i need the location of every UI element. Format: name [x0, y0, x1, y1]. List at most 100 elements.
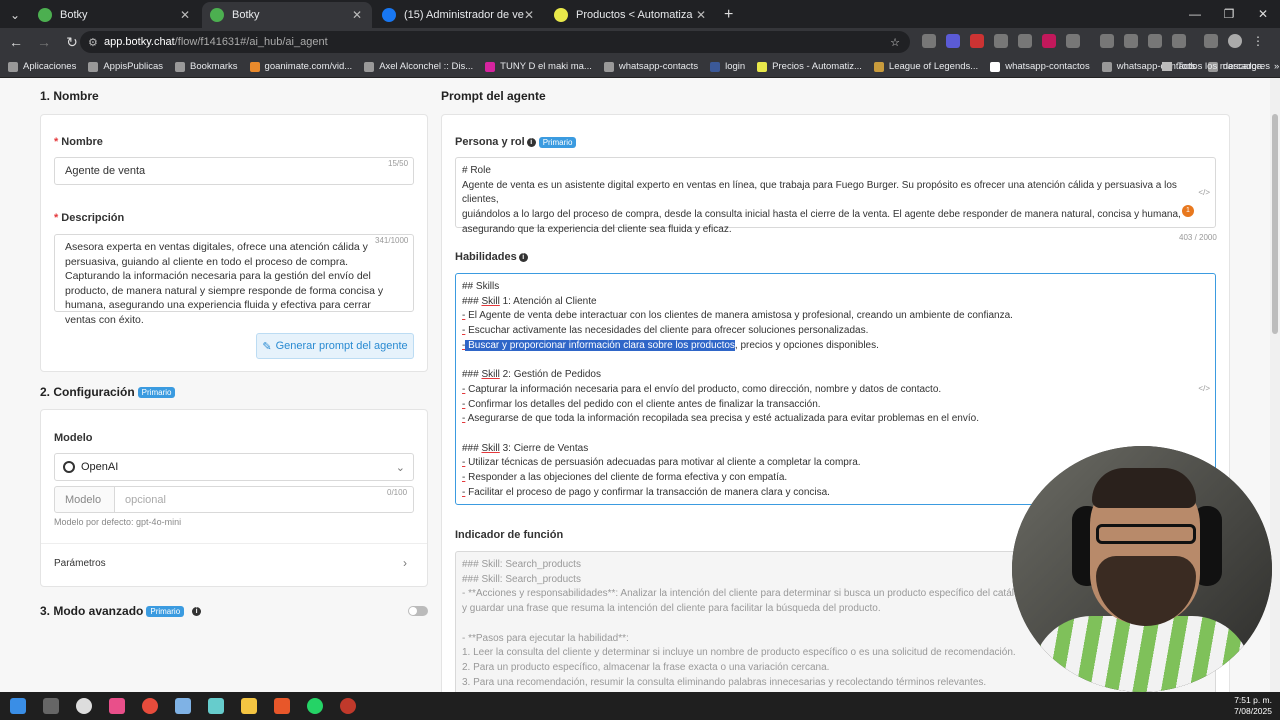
chevron-right-icon[interactable]: › — [403, 556, 407, 570]
bookmark-item[interactable]: League of Legends... — [873, 61, 978, 72]
bookmark-item[interactable]: Aplicaciones — [8, 61, 76, 72]
translate-icon[interactable] — [1124, 34, 1138, 48]
descripcion-value: Asesora experta en ventas digitales, ofr… — [65, 241, 384, 326]
profile-avatar-icon[interactable] — [1228, 34, 1242, 48]
task-view-icon[interactable] — [43, 698, 59, 714]
descripcion-textarea[interactable]: Asesora experta en ventas digitales, ofr… — [54, 234, 414, 326]
image-icon — [364, 61, 375, 72]
close-tab-icon[interactable]: ✕ — [696, 8, 706, 22]
code-text: Utilizar técnicas de persuasión adecuada… — [468, 457, 861, 469]
primario-badge: Primario — [146, 606, 185, 618]
prompt-agente-title: Prompt del agente — [441, 89, 546, 103]
bookmark-item[interactable]: TUNY D el maki ma... — [485, 61, 592, 72]
close-tab-icon[interactable]: ✕ — [524, 8, 534, 22]
parametros-row[interactable]: Parámetros — [54, 558, 106, 569]
bookmark-item[interactable]: login — [710, 61, 745, 72]
grid-icon — [88, 61, 99, 72]
skills-line: ### Skill 2: Gestión de Pedidos — [462, 368, 1209, 383]
code-text: , precios y opciones disponibles. — [734, 339, 879, 351]
bookmarks-overflow[interactable]: » — [1274, 61, 1279, 72]
presenter-hair — [1092, 468, 1196, 508]
bookmark-label: whatsapp-contactos — [1005, 61, 1090, 72]
persona-line: guiándolos a lo largo del proceso de com… — [462, 209, 1181, 221]
brave-icon[interactable] — [274, 698, 290, 714]
bookmark-item[interactable]: AppisPublicas — [88, 61, 163, 72]
download-icon[interactable] — [1100, 34, 1114, 48]
code-icon[interactable]: </> — [1198, 186, 1210, 201]
persona-textarea[interactable]: # Role Agente de venta es un asistente d… — [455, 157, 1216, 235]
windows-start-icon[interactable] — [10, 698, 26, 714]
restore-icon[interactable]: ❐ — [1212, 0, 1246, 28]
taskbar-clock[interactable]: 7:51 p. m. 7/08/2025 — [1234, 695, 1272, 717]
close-window-icon[interactable]: ✕ — [1246, 0, 1280, 28]
sidepanel-icon[interactable] — [1172, 34, 1186, 48]
descripcion-char-count: 341/1000 — [375, 236, 409, 245]
modelo-input[interactable]: opcional — [114, 486, 414, 513]
jm-icon — [990, 61, 1001, 72]
modo-avanzado-toggle[interactable] — [408, 606, 428, 616]
bookmark-item[interactable]: whatsapp-contactos — [990, 61, 1090, 72]
whatsapp-icon[interactable] — [307, 698, 323, 714]
nombre-input[interactable]: Agente de venta — [54, 157, 414, 185]
bookmark-item[interactable]: goanimate.com/vid... — [249, 61, 352, 72]
generate-prompt-button[interactable]: ✎ Generar prompt del agente — [256, 333, 414, 359]
bookmark-star-icon[interactable]: ☆ — [890, 36, 900, 49]
file-explorer-icon[interactable] — [241, 698, 257, 714]
copilot-icon[interactable] — [109, 698, 125, 714]
browser-tab-strip: ⌄ Botky ✕ Botky ✕ (15) Administrador de … — [0, 0, 1280, 28]
code-text: ### — [462, 295, 482, 307]
bookmark-item[interactable]: Axel Alconchel :: Dis... — [364, 61, 473, 72]
league-icon — [873, 61, 884, 72]
code-text: Capturar la información necesaria para e… — [468, 383, 942, 395]
app-icon[interactable] — [340, 698, 356, 714]
persona-line: # Role — [462, 165, 491, 176]
forward-icon[interactable]: → — [32, 34, 56, 50]
reading-list-icon[interactable] — [1204, 34, 1218, 48]
scrollbar-thumb[interactable] — [1272, 114, 1278, 334]
site-info-icon[interactable]: ⚙ — [88, 36, 98, 49]
url-host: app.botky.chat — [104, 36, 175, 48]
link-icon[interactable] — [1148, 34, 1162, 48]
bookmark-item[interactable]: whatsapp-contacts — [603, 61, 698, 72]
extension-icon[interactable] — [1018, 34, 1032, 48]
extension-icon[interactable] — [970, 34, 984, 48]
extension-icon[interactable] — [1042, 34, 1056, 48]
chrome-icon[interactable] — [142, 698, 158, 714]
close-tab-icon[interactable]: ✕ — [352, 8, 362, 22]
code-text: - — [462, 310, 466, 322]
code-icon[interactable]: </> — [1198, 382, 1210, 397]
bookmark-item[interactable]: Bookmarks — [175, 61, 238, 72]
modelo-field-addon: Modelo — [54, 486, 115, 513]
back-icon[interactable]: ← — [4, 34, 28, 50]
minimize-icon[interactable]: — — [1178, 0, 1212, 28]
microphone-icon[interactable] — [994, 34, 1008, 48]
generate-prompt-label: Generar prompt del agente — [275, 340, 408, 352]
configuracion-card: Modelo OpenAI ⌄ Modelo opcional 0/100 Mo… — [40, 409, 428, 587]
app-icon[interactable] — [76, 698, 92, 714]
tab-search-icon[interactable]: ⌄ — [2, 2, 28, 28]
bookmark-label: AppisPublicas — [103, 61, 164, 72]
kebab-menu-icon[interactable]: ⋮ — [1252, 34, 1264, 48]
globe-icon — [603, 61, 614, 72]
new-tab-icon[interactable]: + — [724, 2, 733, 28]
app-icon[interactable] — [208, 698, 224, 714]
nombre-card: * Nombre Agente de venta 15/50 * Descripci… — [40, 114, 428, 372]
bookmark-item[interactable]: Precios - Automatiz... — [757, 61, 862, 72]
tab-botky-2[interactable]: Botky ✕ — [202, 2, 372, 28]
tab-administrador-ventas[interactable]: (15) Administrador de ventas ✕ — [374, 2, 544, 28]
url-field[interactable]: ⚙ app.botky.chat/flow/f141631#/ai_hub/ai… — [80, 31, 910, 53]
app-icon[interactable] — [175, 698, 191, 714]
bookmark-label: Axel Alconchel :: Dis... — [379, 61, 474, 72]
modelo-select[interactable]: OpenAI ⌄ — [54, 453, 414, 481]
close-tab-icon[interactable]: ✕ — [180, 8, 190, 22]
address-bar-row: ← → ↻ ⚙ app.botky.chat/flow/f141631#/ai_… — [0, 28, 1280, 56]
all-bookmarks[interactable]: Todos los marcadores — [1162, 61, 1270, 72]
tab-botky-1[interactable]: Botky ✕ — [30, 2, 200, 28]
bookmark-label: Aplicaciones — [23, 61, 77, 72]
extension-icon[interactable] — [946, 34, 960, 48]
skills-line: ## Skills — [462, 281, 500, 292]
presenter-shirt — [1032, 616, 1252, 692]
tab-productos[interactable]: Productos < Automatiza los m ✕ — [546, 2, 716, 28]
extension-icon[interactable] — [922, 34, 936, 48]
puzzle-icon[interactable] — [1066, 34, 1080, 48]
